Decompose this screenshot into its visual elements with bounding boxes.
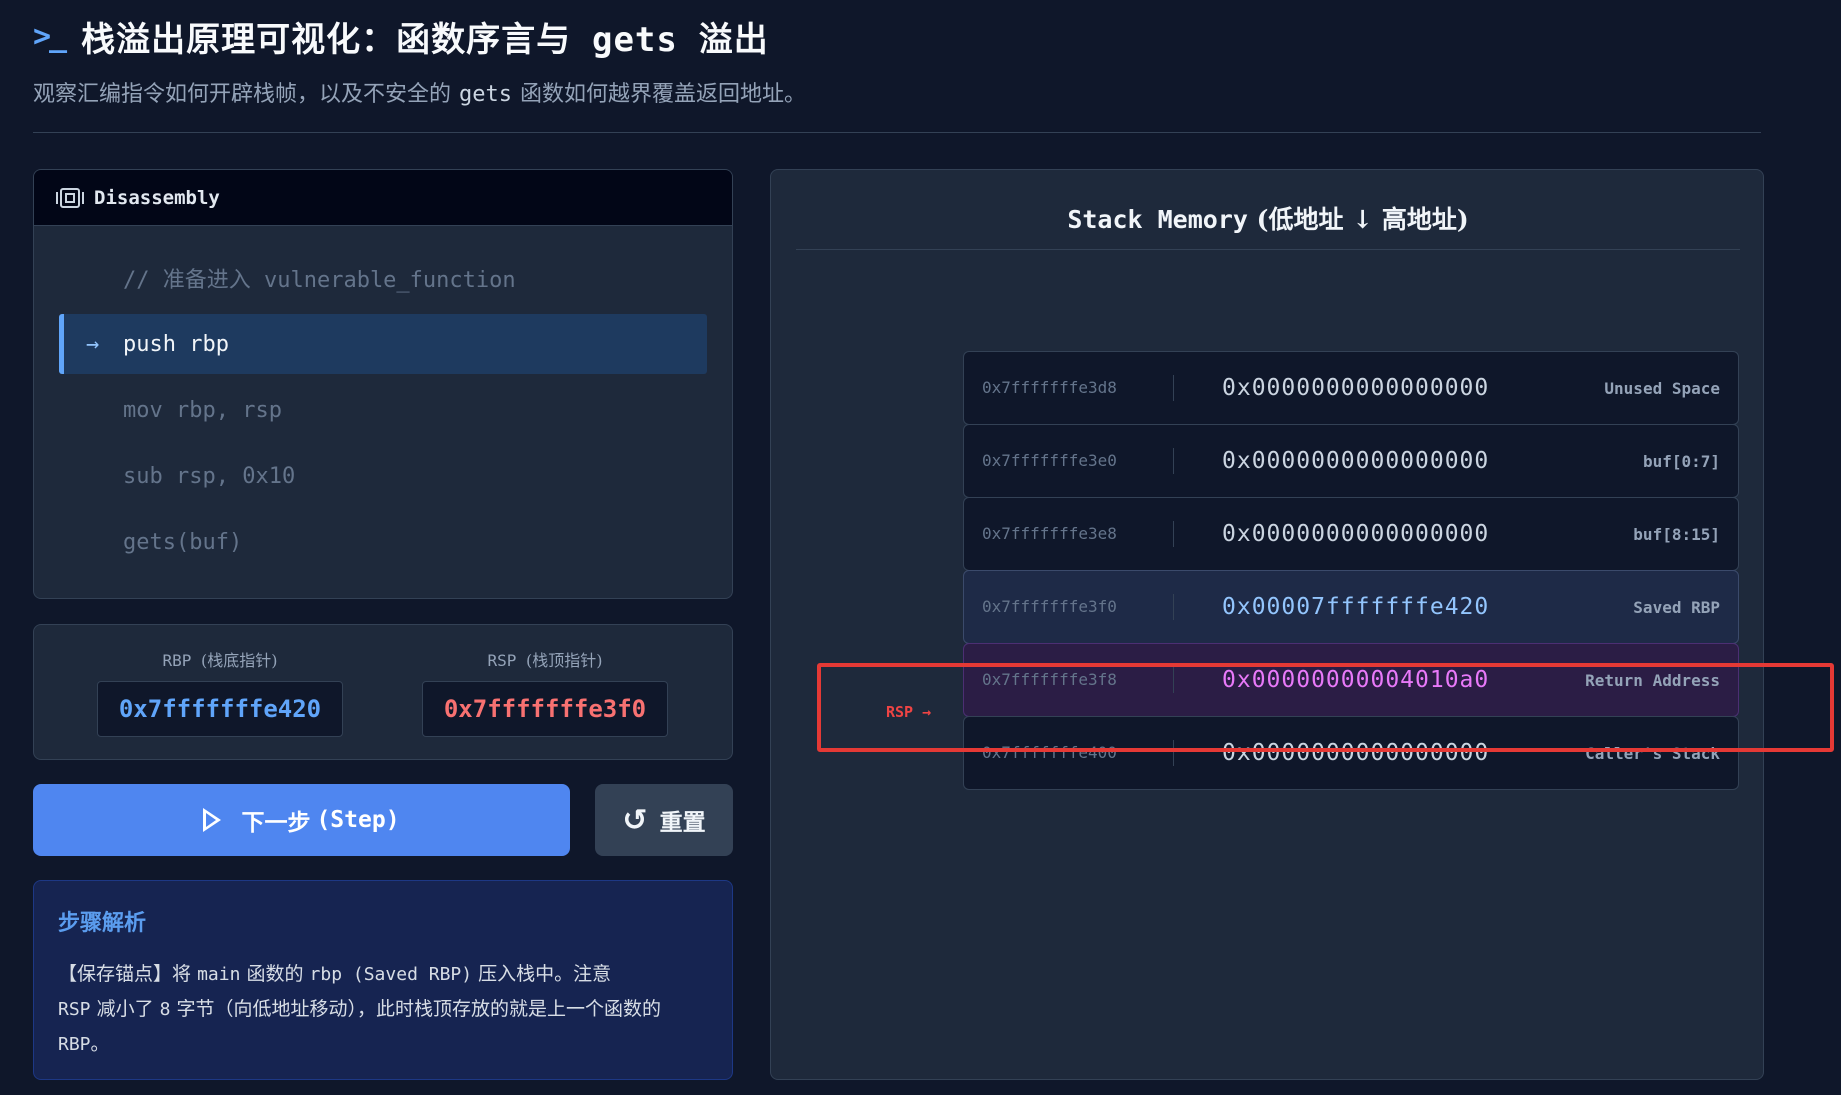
explain-part: 压入栈中。注意 <box>478 963 612 985</box>
rsp-label: RSP (栈顶指针) <box>422 647 668 671</box>
code-line-active: → push rbp <box>59 314 707 374</box>
highlight-annotation-box <box>817 663 1834 752</box>
title-suffix: 溢出 <box>698 19 769 60</box>
step-explanation-panel: 步骤解析 【保存锚点】将 main 函数的 rbp (Saved RBP) 压入… <box>33 880 733 1080</box>
page-title: 栈溢出原理可视化：函数序言与 gets 溢出 <box>81 12 769 61</box>
current-line-arrow-icon: → <box>86 331 100 357</box>
code-list: // 准备进入 vulnerable_function → push rbp mov … <box>34 226 732 572</box>
code-line: // 准备进入 vulnerable_function <box>59 248 707 308</box>
explanation-text: 【保存锚点】将 main 函数的 rbp (Saved RBP) 压入栈中。注意… <box>58 957 708 1062</box>
stack-slot: 0x7fffffffe3d8 0x0000000000000000 Unused S… <box>963 351 1739 425</box>
stack-divider <box>796 249 1740 250</box>
stack-slot-label: buf[8:15] <box>1633 524 1720 544</box>
code-line-text: sub rsp, 0x10 <box>123 463 296 489</box>
rbp-value: 0x7fffffffe420 <box>97 681 343 737</box>
rsp-label-cn: (栈顶指针) <box>526 651 603 670</box>
page-header: >_ 栈溢出原理可视化：函数序言与 gets 溢出 观察汇编指令如何开辟栈帧，以… <box>33 12 1761 108</box>
stack-memory-panel: Stack Memory (低地址 ↓ 高地址) RSP → 0x7ffffff… <box>770 169 1764 1080</box>
stack-slot-address: 0x7fffffffe3e8 <box>964 521 1174 547</box>
stack-slot-value: 0x0000000000000000 <box>1222 448 1490 474</box>
rbp-label: RBP (栈底指针) <box>97 647 343 671</box>
explain-code: RSP <box>58 999 91 1020</box>
explain-part: 【保存锚点】将 <box>58 963 192 985</box>
stack-slot-value: 0x00007fffffffe420 <box>1222 594 1490 620</box>
title-prefix: 栈溢出原理可视化：函数序言与 <box>81 19 572 60</box>
stack-slot-label: Saved RBP <box>1633 597 1720 617</box>
rsp-value: 0x7fffffffe3f0 <box>422 681 668 737</box>
code-line-text: gets(buf) <box>123 529 243 555</box>
stack-title-cn: (低地址 ↓ 高地址) <box>1256 205 1469 234</box>
stack-slot: 0x7fffffffe3f0 0x00007fffffffe420 Saved RB… <box>963 570 1739 644</box>
title-code: gets <box>591 19 678 60</box>
header-divider <box>33 132 1761 133</box>
register-rbp: RBP (栈底指针) 0x7fffffffe420 <box>97 647 343 737</box>
subtitle-code: gets <box>459 82 512 107</box>
code-line-text: mov rbp, rsp <box>123 397 282 423</box>
cpu-chip-icon <box>56 187 84 208</box>
disassembly-panel: Disassembly // 准备进入 vulnerable_function →… <box>33 169 733 599</box>
code-line: gets(buf) <box>59 512 707 572</box>
step-button-label: 下一步 <box>241 809 311 836</box>
explain-code: RBP <box>58 1034 91 1055</box>
subtitle-suffix: 函数如何越界覆盖返回地址。 <box>520 82 807 107</box>
terminal-prompt-icon: >_ <box>33 18 67 54</box>
explain-code: 8 <box>159 999 171 1020</box>
explain-part: 。 <box>90 1033 110 1055</box>
reset-button[interactable]: ↺ 重置 <box>595 784 733 856</box>
play-icon <box>203 808 222 832</box>
stack-slot-label: Unused Space <box>1604 378 1720 398</box>
reset-icon: ↺ <box>622 802 648 838</box>
step-button[interactable]: 下一步 (Step) <box>33 784 570 856</box>
code-line: sub rsp, 0x10 <box>59 446 707 506</box>
explain-part: 字节（向低地址移动），此时栈顶存放的就是上一个函数的 <box>176 998 662 1020</box>
register-rsp: RSP (栈顶指针) 0x7fffffffe3f0 <box>422 647 668 737</box>
registers-panel: RBP (栈底指针) 0x7fffffffe420 RSP (栈顶指针) 0x7… <box>33 624 733 760</box>
code-line-text: push rbp <box>123 331 229 357</box>
subtitle-prefix: 观察汇编指令如何开辟栈帧，以及不安全的 <box>33 82 452 107</box>
disassembly-header: Disassembly <box>34 170 732 226</box>
stack-slot-value: 0x0000000000000000 <box>1222 521 1490 547</box>
code-line-text: // 准备进入 vulnerable_function <box>123 268 516 293</box>
explanation-title: 步骤解析 <box>58 910 147 936</box>
reset-button-label: 重置 <box>659 809 706 836</box>
stack-title-code: Stack Memory <box>1067 205 1248 234</box>
stack-slot-address: 0x7fffffffe3e0 <box>964 448 1174 474</box>
title-row: >_ 栈溢出原理可视化：函数序言与 gets 溢出 <box>33 12 1761 60</box>
page-subtitle: 观察汇编指令如何开辟栈帧，以及不安全的 gets 函数如何越界覆盖返回地址。 <box>33 76 1761 108</box>
stack-title: Stack Memory (低地址 ↓ 高地址) <box>796 200 1740 236</box>
code-line: mov rbp, rsp <box>59 380 707 440</box>
stack-slot-label: buf[0:7] <box>1642 451 1720 471</box>
explain-code: main <box>197 964 241 985</box>
rbp-label-cn: (栈底指针) <box>201 651 278 670</box>
rbp-label-code: RBP <box>162 651 192 670</box>
stack-slot-address: 0x7fffffffe3d8 <box>964 375 1174 401</box>
disassembly-title: Disassembly <box>94 186 220 209</box>
rsp-label-code: RSP <box>487 651 517 670</box>
step-button-code: (Step) <box>316 807 400 833</box>
explain-part: 减小了 <box>96 998 154 1020</box>
stack-slot: 0x7fffffffe3e0 0x0000000000000000 buf[0:7] <box>963 424 1739 498</box>
stack-slot-value: 0x0000000000000000 <box>1222 375 1490 401</box>
stack-slot-address: 0x7fffffffe3f0 <box>964 594 1174 620</box>
stack-slot: 0x7fffffffe3e8 0x0000000000000000 buf[8:15… <box>963 497 1739 571</box>
explain-part: 函数的 <box>246 963 304 985</box>
explain-code: rbp (Saved RBP) <box>309 964 473 985</box>
